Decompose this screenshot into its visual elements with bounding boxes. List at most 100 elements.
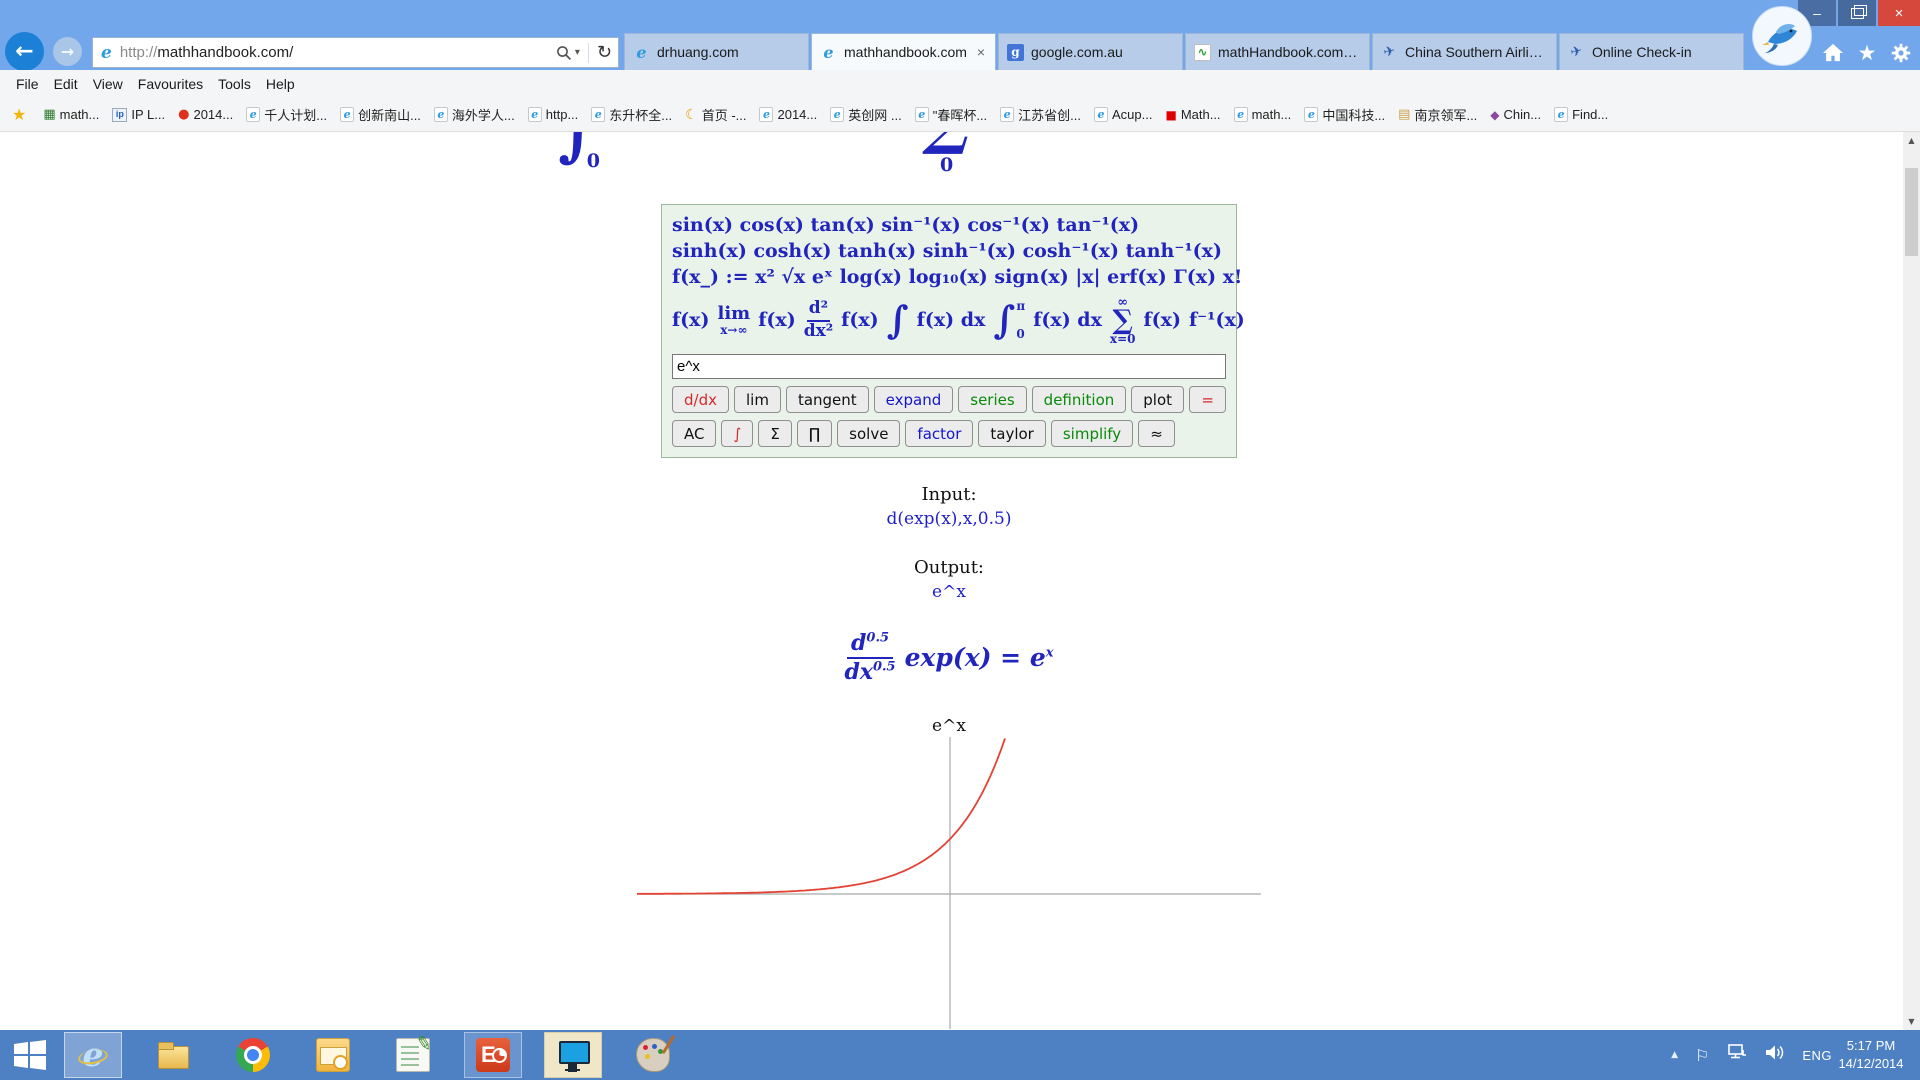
calc-button[interactable]: d/dx bbox=[672, 386, 729, 413]
browser-brand-logo[interactable] bbox=[1752, 6, 1812, 66]
address-bar[interactable]: e http://mathhandbook.com/ ▾ ↻ bbox=[92, 37, 619, 68]
input-label: Input: bbox=[661, 484, 1237, 505]
summation-operator[interactable]: ∞ ∑ x=0 bbox=[1110, 296, 1136, 345]
menu-item[interactable]: File bbox=[16, 76, 39, 92]
start-button[interactable] bbox=[14, 1040, 46, 1070]
calc-button[interactable]: ∏ bbox=[797, 420, 832, 447]
scroll-down-icon[interactable]: ▼ bbox=[1903, 1013, 1920, 1030]
calc-button[interactable]: expand bbox=[874, 386, 954, 413]
bookmark-item[interactable]: e math... bbox=[1234, 107, 1292, 122]
browser-tab[interactable]: g google.com.au bbox=[998, 33, 1183, 70]
back-button[interactable]: ← bbox=[5, 32, 44, 71]
taskbar-app-tile[interactable] bbox=[624, 1032, 682, 1078]
indefinite-integral-operator[interactable]: ∫ bbox=[887, 300, 909, 340]
limit-operator[interactable]: lim x→∞ bbox=[717, 305, 750, 336]
taskbar-app-tile[interactable] bbox=[384, 1032, 442, 1078]
bookmark-item[interactable]: e 东升杯全... bbox=[591, 105, 672, 124]
menu-item[interactable]: Help bbox=[266, 76, 295, 92]
bookmark-item[interactable]: e 中国科技... bbox=[1304, 105, 1385, 124]
vertical-scrollbar[interactable]: ▲ ▼ bbox=[1903, 132, 1920, 1030]
bookmark-item[interactable]: ■ Math... bbox=[1165, 107, 1220, 122]
site-favicon: e bbox=[101, 43, 112, 63]
hidden-icons-chevron[interactable]: ▲ bbox=[1671, 1050, 1678, 1060]
definite-integral-operator[interactable]: ∫ π0 bbox=[993, 300, 1025, 340]
bookmark-item[interactable]: ★ bbox=[12, 105, 30, 124]
address-dropdown-icon[interactable]: ▾ bbox=[575, 47, 580, 58]
menu-item[interactable]: View bbox=[93, 76, 123, 92]
calc-button[interactable]: ∫ bbox=[721, 420, 753, 447]
bookmark-item[interactable]: ▦ math... bbox=[43, 107, 99, 122]
calc-button[interactable]: Σ bbox=[758, 420, 791, 447]
browser-tab[interactable]: ∿ mathHandbook.com -... bbox=[1185, 33, 1370, 70]
bookmark-item[interactable]: e http... bbox=[528, 107, 579, 122]
bookmark-item[interactable]: e 创新南山... bbox=[340, 105, 421, 124]
forward-button[interactable]: → bbox=[53, 37, 82, 66]
bookmark-item[interactable]: ip IP L... bbox=[112, 107, 165, 122]
fx-token[interactable]: f(x) bbox=[841, 307, 878, 333]
settings-button[interactable] bbox=[1888, 40, 1914, 66]
taskbar-app-tile[interactable] bbox=[144, 1032, 202, 1078]
bookmark-item[interactable]: e "春晖杯... bbox=[915, 105, 987, 124]
restore-button[interactable] bbox=[1838, 0, 1876, 26]
taskbar-app-tile[interactable] bbox=[304, 1032, 362, 1078]
bookmark-item[interactable]: ▤ 南京领军... bbox=[1398, 105, 1477, 124]
calc-button[interactable]: solve bbox=[837, 420, 900, 447]
bookmark-item[interactable]: e 江苏省创... bbox=[1000, 105, 1081, 124]
network-icon[interactable] bbox=[1726, 1044, 1748, 1066]
taskbar-app-tile[interactable] bbox=[224, 1032, 282, 1078]
taskbar-app-tile[interactable] bbox=[64, 1032, 122, 1078]
bookmark-item[interactable]: e 海外学人... bbox=[434, 105, 515, 124]
calc-button[interactable]: = bbox=[1189, 386, 1226, 413]
bookmark-item[interactable]: e 2014... bbox=[759, 107, 817, 122]
bookmark-item[interactable]: e Acup... bbox=[1094, 107, 1152, 122]
app-icon bbox=[316, 1038, 350, 1072]
scroll-up-icon[interactable]: ▲ bbox=[1903, 132, 1920, 149]
inverse-function-token[interactable]: f⁻¹(x) bbox=[1189, 307, 1245, 333]
calc-button[interactable]: lim bbox=[734, 386, 781, 413]
hyperbolic-functions-row[interactable]: sinh(x) cosh(x) tanh(x) sinh⁻¹(x) cosh⁻¹… bbox=[672, 238, 1226, 264]
trig-functions-row[interactable]: sin(x) cos(x) tan(x) sin⁻¹(x) cos⁻¹(x) t… bbox=[672, 212, 1226, 238]
bookmark-item[interactable]: e 英创网 ... bbox=[830, 105, 901, 124]
calc-button[interactable]: taylor bbox=[978, 420, 1045, 447]
bookmark-item[interactable]: e Find... bbox=[1554, 107, 1608, 122]
favorites-button[interactable]: ★ bbox=[1854, 40, 1880, 66]
calc-button[interactable]: plot bbox=[1131, 386, 1184, 413]
calc-button[interactable]: series bbox=[958, 386, 1026, 413]
close-button[interactable]: × bbox=[1878, 0, 1920, 26]
fx-token[interactable]: f(x) bbox=[758, 307, 795, 333]
scrollbar-thumb[interactable] bbox=[1905, 168, 1918, 256]
expression-input[interactable] bbox=[672, 354, 1226, 379]
tab-close-icon[interactable]: × bbox=[975, 44, 987, 60]
taskbar-app-tile[interactable] bbox=[544, 1032, 602, 1078]
volume-icon[interactable] bbox=[1765, 1044, 1785, 1066]
fx-token[interactable]: f(x) bbox=[1143, 307, 1180, 333]
browser-tab[interactable]: e drhuang.com bbox=[624, 33, 809, 70]
taskbar-app-tile[interactable] bbox=[464, 1032, 522, 1078]
calc-button[interactable]: ≈ bbox=[1138, 420, 1175, 447]
calculus-operations-row[interactable]: f(x) lim x→∞ f(x) d² dx² f(x) ∫ f(x) dx … bbox=[672, 294, 1226, 346]
basic-functions-row[interactable]: f(x_) := x² √x eˣ log(x) log₁₀(x) sign(x… bbox=[672, 264, 1226, 290]
taskbar-clock[interactable]: 5:17 PM 14/12/2014 bbox=[1828, 1037, 1914, 1073]
url-text[interactable]: http://mathhandbook.com/ bbox=[120, 44, 548, 61]
search-icon[interactable] bbox=[556, 45, 572, 61]
bookmark-item[interactable]: e 千人计划... bbox=[246, 105, 327, 124]
menu-item[interactable]: Favourites bbox=[138, 76, 203, 92]
bookmark-item[interactable]: ◆ Chin... bbox=[1490, 107, 1541, 122]
bookmark-item[interactable]: ☾ 首页 -... bbox=[685, 105, 746, 124]
calc-button[interactable]: tangent bbox=[786, 386, 869, 413]
browser-tab[interactable]: e mathhandbook.com × bbox=[811, 33, 996, 70]
calc-button[interactable]: simplify bbox=[1051, 420, 1133, 447]
calc-button[interactable]: definition bbox=[1032, 386, 1127, 413]
browser-tab[interactable]: ✈ China Southern Airline... bbox=[1372, 33, 1557, 70]
action-center-flag-icon[interactable]: ⚐ bbox=[1695, 1046, 1709, 1065]
second-derivative-operator[interactable]: d² dx² bbox=[804, 299, 833, 341]
menu-item[interactable]: Tools bbox=[218, 76, 251, 92]
menu-item[interactable]: Edit bbox=[54, 76, 78, 92]
calc-button[interactable]: AC bbox=[672, 420, 716, 447]
calc-button[interactable]: factor bbox=[905, 420, 973, 447]
home-button[interactable] bbox=[1820, 40, 1846, 66]
browser-tab[interactable]: ✈ Online Check-in bbox=[1559, 33, 1744, 70]
bookmark-item[interactable]: ● 2014... bbox=[178, 107, 233, 122]
fx-token[interactable]: f(x) bbox=[672, 307, 709, 333]
refresh-icon[interactable]: ↻ bbox=[597, 42, 612, 63]
